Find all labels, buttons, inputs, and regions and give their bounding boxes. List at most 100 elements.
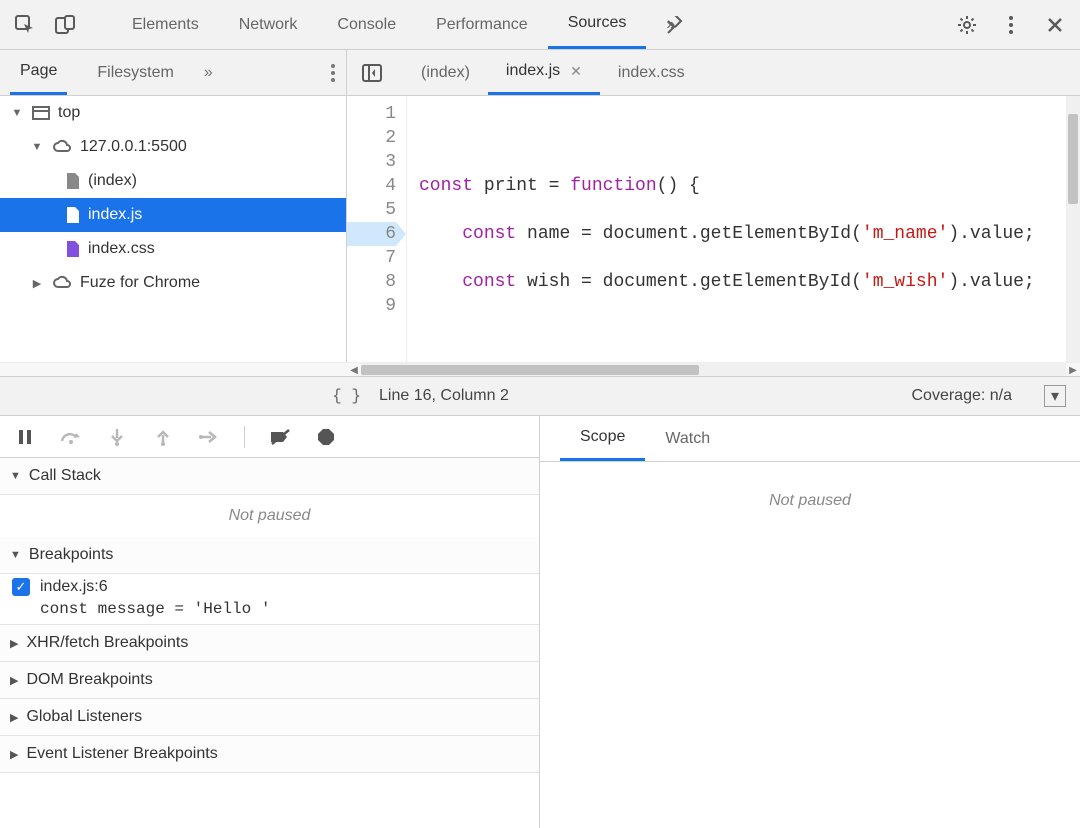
chevron-right-icon: ▶: [10, 637, 18, 650]
chevron-down-icon: ▼: [10, 470, 21, 482]
step-out-icon[interactable]: [152, 426, 174, 448]
line-gutter[interactable]: 123456789: [347, 96, 407, 362]
scroll-left-icon[interactable]: ◀: [347, 363, 361, 377]
code-line: [419, 126, 1080, 150]
kebab-menu-icon[interactable]: [1000, 14, 1022, 36]
editor-status-bar: { } Line 16, Column 2 Coverage: n/a ▾: [0, 376, 1080, 416]
section-breakpoints[interactable]: ▼ Breakpoints: [0, 537, 539, 574]
cloud-icon: [52, 276, 72, 290]
navigator-tabs: Page Filesystem »: [0, 50, 347, 95]
inspect-element-icon[interactable]: [14, 14, 36, 36]
editor-tab-index[interactable]: (index): [403, 50, 488, 95]
tree-row-file[interactable]: index.css: [0, 232, 346, 266]
section-title: Event Listener Breakpoints: [26, 745, 217, 763]
tree-row-file-selected[interactable]: index.js: [0, 198, 346, 232]
tab-network[interactable]: Network: [219, 0, 318, 49]
chevron-down-icon: ▼: [30, 141, 44, 153]
tree-label: top: [58, 104, 80, 122]
scroll-right-icon[interactable]: ▶: [1066, 363, 1080, 377]
deactivate-breakpoints-icon[interactable]: [269, 426, 291, 448]
debugger-left-pane: ▼ Call Stack Not paused ▼ Breakpoints ✓ in…: [0, 416, 540, 828]
devtools-top-toolbar: Elements Network Console Performance Sou…: [0, 0, 1080, 50]
editor-tab-indexjs[interactable]: index.js ✕: [488, 50, 600, 95]
tab-performance[interactable]: Performance: [416, 0, 548, 49]
close-tab-icon[interactable]: ✕: [570, 63, 582, 80]
editor-tab-label: index.css: [618, 64, 685, 82]
debugger-toolbar: [0, 416, 539, 458]
section-dom-breakpoints[interactable]: ▶ DOM Breakpoints: [0, 662, 539, 699]
top-panel-tabs: Elements Network Console Performance Sou…: [112, 0, 938, 49]
scope-watch-tabs: Scope Watch: [540, 416, 1080, 462]
tree-label: 127.0.0.1:5500: [80, 138, 187, 156]
chevron-right-icon: ▶: [10, 711, 18, 724]
code-line: const name = document.getElementById('m_…: [419, 222, 1080, 246]
breakpoint-row[interactable]: ✓ index.js:6 const message = 'Hello ': [0, 574, 539, 624]
status-dropdown-icon[interactable]: ▾: [1044, 385, 1066, 407]
chevron-right-icon: ▶: [10, 748, 18, 761]
tab-sources[interactable]: Sources: [548, 0, 647, 49]
scope-empty: Not paused: [769, 480, 851, 522]
tree-label: (index): [88, 172, 137, 190]
tree-row-top[interactable]: ▼ top: [0, 96, 346, 130]
breakpoint-checkbox[interactable]: ✓: [12, 578, 30, 596]
tab-scope[interactable]: Scope: [560, 416, 645, 461]
document-icon: [66, 206, 80, 224]
toolbar-separator: [244, 426, 245, 448]
close-icon[interactable]: [1044, 14, 1066, 36]
step-icon[interactable]: [198, 426, 220, 448]
file-tree[interactable]: ▼ top ▼ 127.0.0.1:5500 (index) index.js …: [0, 96, 347, 362]
navigator-overflow-icon[interactable]: »: [204, 64, 213, 82]
horizontal-scrollbar[interactable]: [361, 363, 1066, 376]
section-title: DOM Breakpoints: [26, 671, 152, 689]
editor-tab-indexcss[interactable]: index.css: [600, 50, 703, 95]
cloud-icon: [52, 140, 72, 154]
tab-filesystem[interactable]: Filesystem: [87, 50, 183, 95]
cursor-position: Line 16, Column 2: [379, 387, 509, 405]
section-title: Global Listeners: [26, 708, 142, 726]
code-line: const wish = document.getElementById('m_…: [419, 270, 1080, 294]
tree-row-host[interactable]: ▼ 127.0.0.1:5500: [0, 130, 346, 164]
tree-label: index.css: [88, 240, 155, 258]
tree-label: index.js: [88, 206, 142, 224]
chevron-down-icon: ▼: [10, 549, 21, 561]
document-icon: [66, 240, 80, 258]
code-line: const print = function() {: [419, 174, 1080, 198]
chevron-right-icon: ▶: [10, 674, 18, 687]
toggle-navigator-icon[interactable]: [357, 64, 387, 82]
tab-elements[interactable]: Elements: [112, 0, 219, 49]
step-over-icon[interactable]: [60, 426, 82, 448]
pause-icon[interactable]: [14, 426, 36, 448]
section-title: XHR/fetch Breakpoints: [26, 634, 188, 652]
settings-icon[interactable]: [956, 14, 978, 36]
tree-row-extension[interactable]: ▶ Fuze for Chrome: [0, 266, 346, 300]
tab-console[interactable]: Console: [317, 0, 416, 49]
device-toggle-icon[interactable]: [54, 14, 76, 36]
chevron-right-icon: ▶: [30, 277, 44, 290]
code-area[interactable]: const print = function() { const name = …: [407, 96, 1080, 362]
pause-on-exceptions-icon[interactable]: [315, 426, 337, 448]
chevron-down-icon: ▼: [10, 107, 24, 119]
step-into-icon[interactable]: [106, 426, 128, 448]
document-icon: [66, 172, 80, 190]
tree-row-file[interactable]: (index): [0, 164, 346, 198]
call-stack-empty: Not paused: [0, 495, 539, 537]
window-icon: [32, 106, 50, 120]
tab-watch[interactable]: Watch: [645, 416, 730, 461]
code-line: [419, 318, 1080, 342]
navigator-kebab-icon[interactable]: [330, 63, 336, 83]
code-editor[interactable]: 123456789 const print = function() { con…: [347, 96, 1080, 362]
breakpoint-label: index.js:6: [40, 578, 108, 596]
section-xhr-breakpoints[interactable]: ▶ XHR/fetch Breakpoints: [0, 625, 539, 662]
section-event-listener-breakpoints[interactable]: ▶ Event Listener Breakpoints: [0, 736, 539, 773]
vertical-scrollbar[interactable]: [1066, 96, 1080, 362]
tab-page[interactable]: Page: [10, 50, 67, 95]
pretty-print-icon[interactable]: { }: [332, 387, 361, 405]
editor-tab-label: index.js: [506, 62, 560, 80]
section-global-listeners[interactable]: ▶ Global Listeners: [0, 699, 539, 736]
debugger-right-pane: Scope Watch Not paused: [540, 416, 1080, 828]
tabs-overflow-icon[interactable]: »: [646, 0, 713, 49]
editor-tab-label: (index): [421, 64, 470, 82]
section-call-stack[interactable]: ▼ Call Stack: [0, 458, 539, 495]
section-title: Call Stack: [29, 467, 101, 485]
section-title: Breakpoints: [29, 546, 114, 564]
